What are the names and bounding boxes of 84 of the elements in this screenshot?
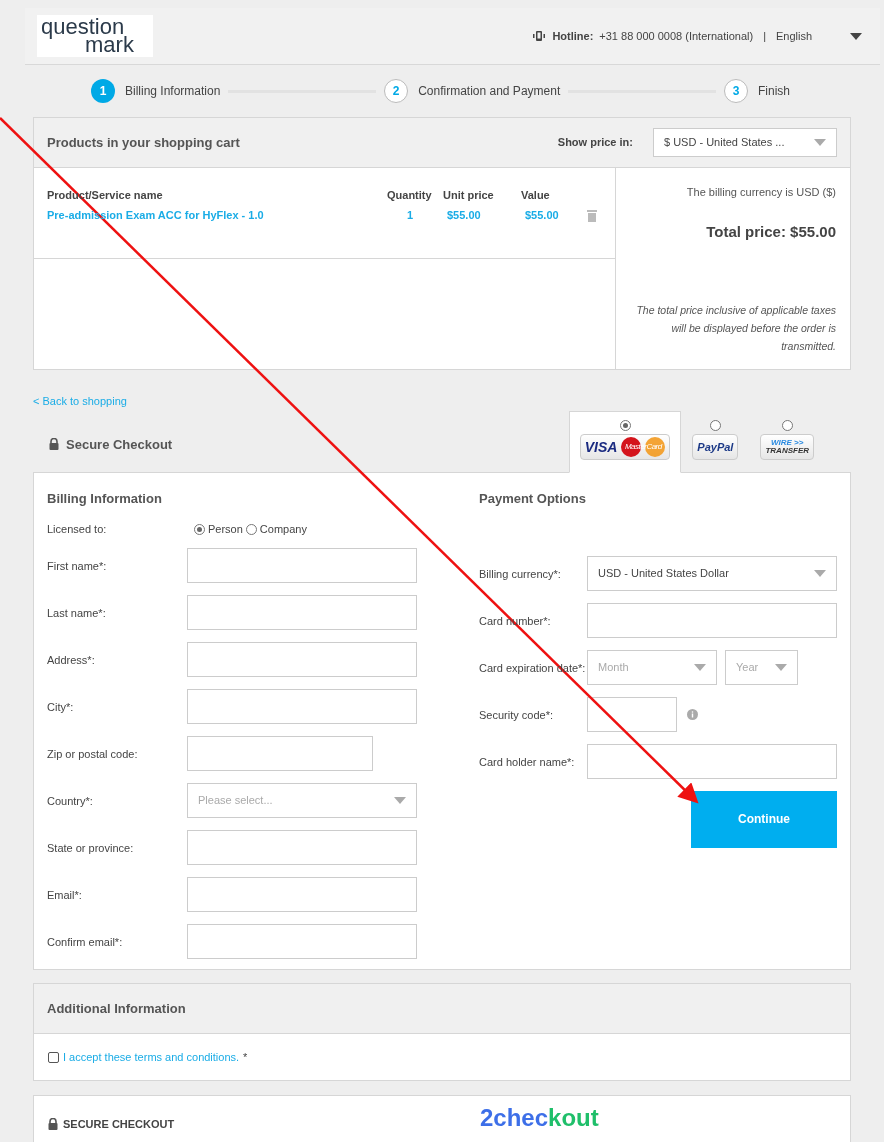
text-field[interactable] [187,642,417,677]
trash-icon[interactable] [587,208,597,222]
select-field[interactable]: USD - United States Dollar [587,556,837,591]
hotline-number: +31 88 000 0008 (International) [599,28,754,44]
text-field[interactable] [587,603,837,638]
caret-icon [394,797,406,804]
radio-label: Person [208,522,243,538]
phone-icon [532,31,547,41]
field-label: City*: [47,699,75,715]
section-title: Billing Information [47,490,163,508]
tax-note: The total price inclusive of applicable taxes will be displayed before the order is transmitted. [635,303,836,354]
step-label: Finish [758,83,790,100]
step-label: Billing Information [125,83,221,100]
field-label: Confirm email*: [47,934,124,950]
cart-title: Products in your shopping cart [47,133,240,152]
caret-icon [694,664,706,671]
checkout-title: Secure Checkout [66,435,173,454]
show-price-label: Show price in: [557,135,633,151]
paypal-logo: PayPal [692,434,739,460]
payment-method-tab[interactable]: WIRE >> TRANSFER [749,411,825,473]
secure-label: SECURE CHECKOUT [63,1117,175,1132]
field-label: Last name*: [47,605,107,621]
table-cell-text: 1 [406,207,415,223]
step-number: 1 [91,79,115,103]
field-label: State or province: [47,840,135,856]
text-field[interactable] [187,830,417,865]
column-header: Quantity [387,187,433,203]
field-label: Licensed to: [47,522,108,538]
section-title: Additional Information [47,999,186,1018]
column-header: Unit price [443,187,495,203]
section-title: Payment Options [479,490,587,508]
field-label: Zip or postal code: [47,746,139,762]
table-cell-text: $55.00 [446,207,482,223]
field-label: Security code*: [479,707,554,723]
radio-button[interactable] [709,420,721,431]
month-select[interactable]: Month [587,650,717,685]
radio-label: Company [259,522,307,538]
radio-button[interactable] [781,420,793,431]
lock-icon [49,438,59,451]
billing-currency-note: The billing currency is USD ($) [686,185,836,200]
select-field[interactable]: Please select... [187,783,417,818]
step-label: Confirmation and Payment [418,83,561,100]
radio-button[interactable] [619,420,631,431]
field-label: Country*: [47,793,94,809]
payment-method-tab[interactable]: PayPal [681,411,750,473]
caret-icon [814,139,826,146]
terms-link[interactable]: I accept these terms and conditions. [63,1048,240,1066]
separator: | [762,28,767,44]
lock-icon [48,1118,58,1131]
field-label: First name*: [47,558,108,574]
step-number: 2 [384,79,409,103]
text-field[interactable] [187,595,417,630]
text-field[interactable] [187,877,417,912]
required-mark: * [243,1049,248,1065]
hotline-label: Hotline: [552,28,594,44]
text-field[interactable] [187,736,373,771]
step-number: 3 [724,79,748,103]
column-header: Value [521,187,551,203]
field-label: Email*: [47,887,83,903]
table-cell-text: $55.00 [524,207,560,223]
caret-icon[interactable] [850,32,862,40]
back-link[interactable]: < Back to shopping [33,395,127,407]
field-label: Address*: [47,652,96,668]
field-label: Billing currency*: [479,566,562,582]
radio-button[interactable] [245,524,257,535]
text-field[interactable] [587,744,837,779]
text-field[interactable] [187,548,417,583]
caret-icon [775,664,787,671]
text-field[interactable] [187,689,417,724]
logo[interactable]: question mark [37,15,153,57]
currency-select[interactable]: $ USD - United States ... [653,128,837,157]
year-select[interactable]: Year [725,650,798,685]
total-price: Total price: $55.00 [706,221,836,242]
language-selector[interactable]: English [776,27,844,45]
info-icon[interactable] [687,709,698,720]
text-field[interactable] [587,697,677,732]
radio-button[interactable] [194,524,205,535]
brand-logo: 2checkout [480,1106,599,1130]
wire-transfer-logo: WIRE >> TRANSFER [760,434,814,460]
caret-icon [814,570,826,577]
terms-checkbox[interactable] [48,1051,59,1063]
continue-button[interactable]: Continue [691,790,837,848]
text-field[interactable] [187,924,417,959]
field-label: Card holder name*: [479,754,576,770]
